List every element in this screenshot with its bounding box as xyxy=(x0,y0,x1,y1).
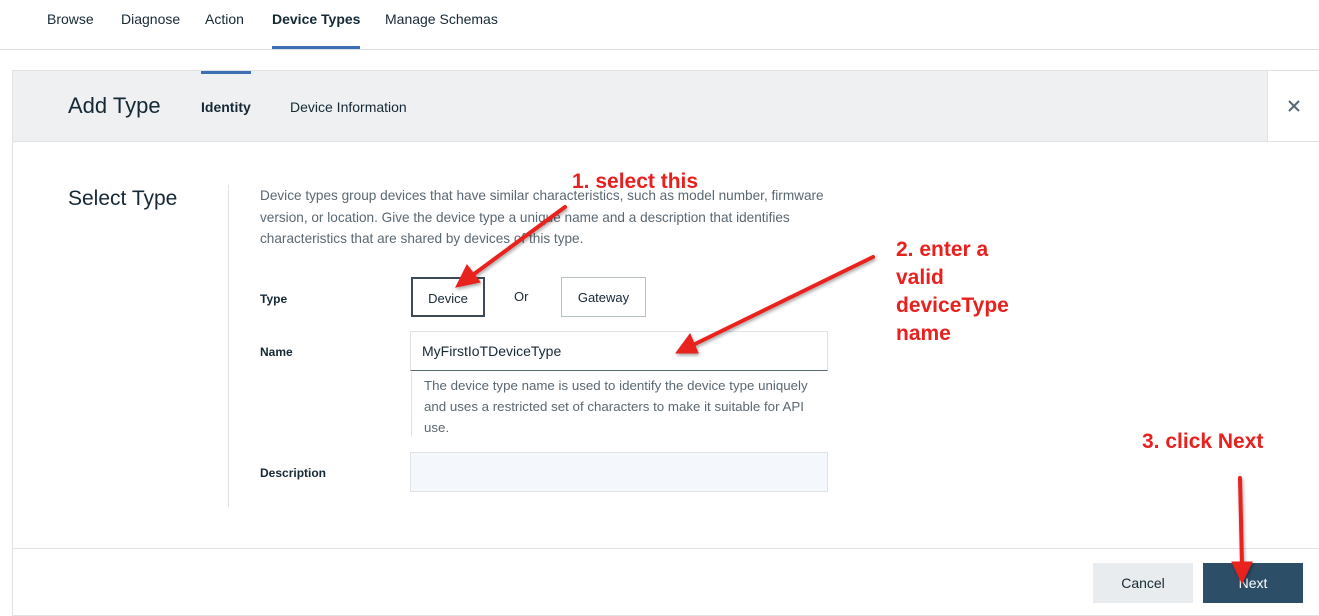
gateway-type-button[interactable]: Gateway xyxy=(561,277,646,317)
description-label: Description xyxy=(260,466,327,480)
annotation-step-1: 1. select this xyxy=(572,170,699,193)
panel-header: Add Type Identity Device Information xyxy=(13,71,1319,142)
tab-identity[interactable]: Identity xyxy=(201,71,251,141)
footer-divider xyxy=(13,548,1319,549)
annotation-step-2-line-4: name xyxy=(896,322,951,345)
annotation-step-2-line-1: 2. enter a xyxy=(896,238,989,261)
section-title: Select Type xyxy=(68,187,178,210)
close-button[interactable] xyxy=(1267,71,1319,141)
tab-browse[interactable]: Browse xyxy=(47,0,94,49)
name-helper-text: The device type name is used to identify… xyxy=(411,372,827,437)
tab-action[interactable]: Action xyxy=(205,0,244,49)
description-input[interactable] xyxy=(410,452,828,492)
tab-diagnose[interactable]: Diagnose xyxy=(121,0,180,49)
name-label: Name xyxy=(260,345,293,359)
section-description: Device types group devices that have sim… xyxy=(260,188,824,246)
cancel-button[interactable]: Cancel xyxy=(1093,563,1193,603)
tab-device-types[interactable]: Device Types xyxy=(272,0,361,49)
device-type-button[interactable]: Device xyxy=(411,277,485,317)
panel-title: Add Type xyxy=(68,93,161,118)
top-navigation: Browse Diagnose Action Device Types Mana… xyxy=(0,0,1319,50)
section-divider xyxy=(228,185,229,507)
type-label: Type xyxy=(260,292,288,306)
annotation-step-2-line-3: deviceType xyxy=(896,294,1009,317)
tab-device-information[interactable]: Device Information xyxy=(290,71,407,141)
close-icon xyxy=(1288,100,1300,112)
or-separator: Or xyxy=(514,289,529,304)
next-button[interactable]: Next xyxy=(1203,563,1303,603)
add-type-panel: Add Type Identity Device Information Sel… xyxy=(12,70,1319,616)
annotation-step-2-line-2: valid xyxy=(896,266,944,289)
name-input[interactable] xyxy=(410,331,828,371)
tab-manage-schemas[interactable]: Manage Schemas xyxy=(385,0,498,49)
annotation-step-3: 3. click Next xyxy=(1142,430,1264,453)
